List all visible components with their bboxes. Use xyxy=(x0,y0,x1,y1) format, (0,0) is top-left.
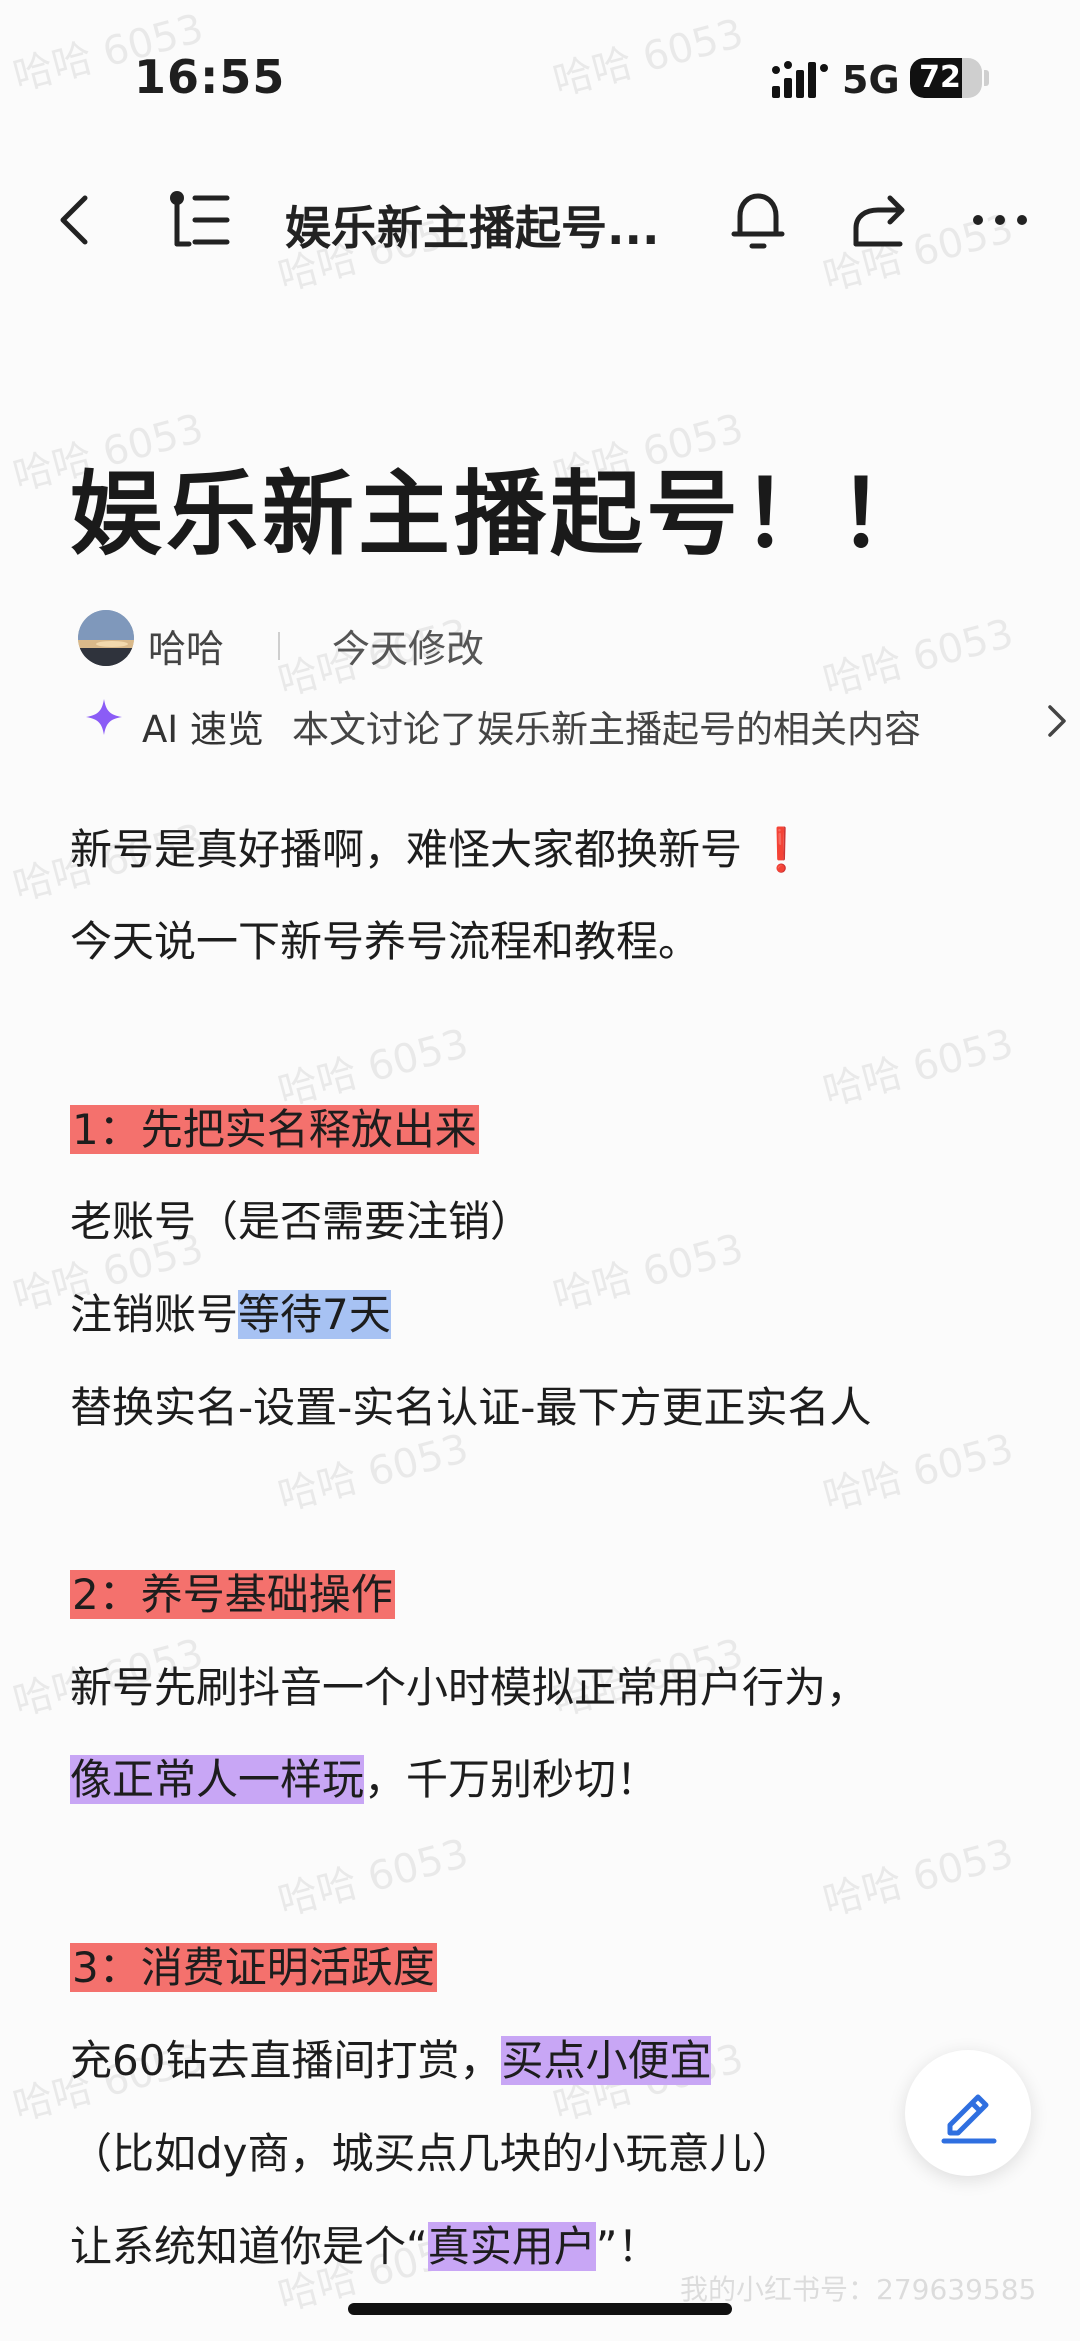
body-text: ，千万别秒切！ xyxy=(364,1755,659,1804)
body-paragraph: 今天说一下新号养号流程和教程。 xyxy=(70,917,701,966)
nav-title: 娱乐新主播起号... xyxy=(285,201,660,255)
signal-icon xyxy=(772,61,828,98)
credit-watermark: 我的小红书号：279639585 xyxy=(680,2273,1037,2306)
body-paragraph: （比如dy商，城买点几块的小玩意儿） xyxy=(70,2129,794,2178)
share-icon xyxy=(853,195,905,247)
status-time: 16:55 xyxy=(134,50,286,104)
back-button[interactable] xyxy=(35,170,115,270)
outline-button[interactable] xyxy=(160,170,240,270)
section-heading-1: 1：先把实名释放出来 xyxy=(70,1100,479,1160)
body-paragraph: 像正常人一样玩，千万别秒切！ xyxy=(70,1750,658,1810)
avatar-image xyxy=(78,610,134,666)
home-indicator[interactable] xyxy=(348,2303,732,2315)
watermark: 哈哈 6053 xyxy=(273,1830,474,1926)
body-paragraph: 让系统知道你是个“真实用户”！ xyxy=(70,2217,660,2277)
watermark: 哈哈 6053 xyxy=(818,1020,1019,1116)
body-text: 充60钻去直播间打赏， xyxy=(70,2036,502,2085)
highlighted-text: 等待7天 xyxy=(238,1290,391,1339)
battery-level: 72 xyxy=(919,60,961,95)
avatar[interactable] xyxy=(78,610,134,666)
network-label: 5G xyxy=(842,58,900,102)
author-name[interactable]: 哈哈 xyxy=(148,618,224,673)
highlighted-text: 像正常人一样玩 xyxy=(70,1755,365,1804)
share-button[interactable] xyxy=(840,170,920,270)
outline-icon xyxy=(170,191,230,247)
chevron-right-icon xyxy=(1048,705,1066,737)
body-paragraph: 新号先刷抖音一个小时模拟正常用户行为， xyxy=(70,1663,869,1712)
more-icon xyxy=(973,215,1027,225)
modified-time: 今天修改 xyxy=(332,627,485,671)
ai-summary-row[interactable]: AI 速览 本文讨论了娱乐新主播起号的相关内容 xyxy=(84,695,1066,751)
body-paragraph: 充60钻去直播间打赏，买点小便宜 xyxy=(70,2031,712,2091)
notification-button[interactable] xyxy=(718,170,798,270)
battery-icon: 72 xyxy=(910,58,982,98)
doc-title: 娱乐新主播起号！！ xyxy=(70,461,935,568)
ai-summary-text: 本文讨论了娱乐新主播起号的相关内容 xyxy=(292,708,921,751)
highlighted-text: 2：养号基础操作 xyxy=(70,1570,395,1619)
back-icon xyxy=(60,195,88,245)
body-paragraph: 注销账号等待7天 xyxy=(70,1285,391,1345)
more-button[interactable] xyxy=(960,170,1040,270)
section-heading-2: 2：养号基础操作 xyxy=(70,1565,395,1625)
highlighted-text: 买点小便宜 xyxy=(501,2036,712,2085)
exclamation-emoji: ❗ xyxy=(755,825,808,874)
body-text: 注销账号 xyxy=(70,1290,239,1339)
body-text: 让系统知道你是个“ xyxy=(70,2222,428,2271)
highlighted-text: 1：先把实名释放出来 xyxy=(70,1105,479,1154)
bell-icon xyxy=(731,193,785,249)
body-text: ”！ xyxy=(595,2222,660,2271)
top-nav: 娱乐新主播起号... xyxy=(0,170,1080,270)
battery-tip xyxy=(984,70,989,86)
watermark: 哈哈 6053 xyxy=(818,1830,1019,1926)
status-bar: 16:55 5G 72 xyxy=(0,0,1080,160)
pen-icon xyxy=(941,2094,997,2144)
body-text: 新号是真好播啊，难怪大家都换新号 xyxy=(70,825,743,874)
edit-button[interactable] xyxy=(905,2050,1031,2176)
author-row: 哈哈 今天修改 xyxy=(78,610,978,673)
meta-divider xyxy=(278,632,280,660)
ai-summary-label: AI 速览 xyxy=(142,708,264,751)
body-paragraph: 替换实名-设置-实名认证-最下方更正实名人 xyxy=(70,1383,872,1432)
watermark: 哈哈 6053 xyxy=(548,1225,749,1321)
section-heading-3: 3：消费证明活跃度 xyxy=(70,1938,437,1998)
body-paragraph: 老账号（是否需要注销） xyxy=(70,1197,533,1246)
highlighted-text: 3：消费证明活跃度 xyxy=(70,1943,437,1992)
sparkle-icon xyxy=(86,699,122,735)
highlighted-text: 真实用户 xyxy=(427,2222,596,2271)
body-paragraph: 新号是真好播啊，难怪大家都换新号 ❗ xyxy=(70,820,808,880)
